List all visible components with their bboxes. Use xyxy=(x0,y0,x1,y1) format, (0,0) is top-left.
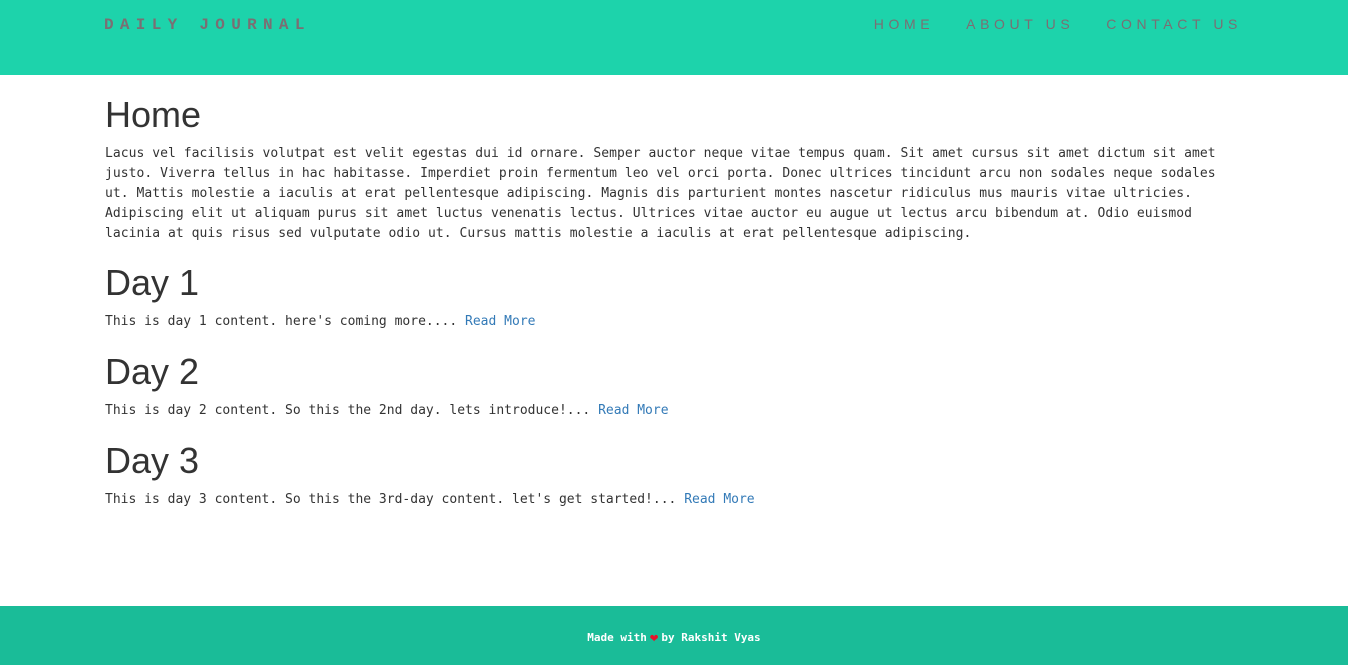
post-day-1: Day 1 This is day 1 content. here's comi… xyxy=(105,263,535,332)
post-title: Day 3 xyxy=(105,440,200,481)
post-excerpt: This is day 2 content. So this the 2nd d… xyxy=(105,401,669,421)
post-excerpt-text: This is day 3 content. So this the 3rd-d… xyxy=(105,492,677,507)
intro-paragraph: Lacus vel facilisis volutpat est velit e… xyxy=(105,146,1216,241)
post-title: Day 1 xyxy=(105,262,200,303)
footer-suffix: by Rakshit Vyas xyxy=(661,631,761,644)
post-day-3: Day 3 This is day 3 content. So this the… xyxy=(105,441,755,510)
footer-credit: Made with ❤ by Rakshit Vyas xyxy=(587,630,761,646)
footer-prefix: Made with xyxy=(587,631,647,644)
nav-links: HOME ABOUT US CONTACT US xyxy=(874,16,1242,32)
nav-contact-link[interactable]: CONTACT US xyxy=(1106,16,1242,32)
footer: Made with ❤ by Rakshit Vyas xyxy=(0,606,1348,665)
read-more-link[interactable]: Read More xyxy=(684,492,754,507)
navbar: DAILY JOURNAL HOME ABOUT US CONTACT US xyxy=(0,0,1348,75)
heart-icon: ❤ xyxy=(649,630,659,646)
post-excerpt: This is day 3 content. So this the 3rd-d… xyxy=(105,490,755,510)
post-excerpt-text: This is day 1 content. here's coming mor… xyxy=(105,314,458,329)
post-title: Day 2 xyxy=(105,351,200,392)
nav-home-link[interactable]: HOME xyxy=(874,16,934,32)
post-excerpt-text: This is day 2 content. So this the 2nd d… xyxy=(105,403,591,418)
read-more-link[interactable]: Read More xyxy=(465,314,535,329)
nav-about-link[interactable]: ABOUT US xyxy=(966,16,1074,32)
page-title: Home xyxy=(105,94,202,135)
brand-logo[interactable]: DAILY JOURNAL xyxy=(104,16,311,34)
main-content: Home Lacus vel facilisis volutpat est ve… xyxy=(105,75,1247,508)
post-excerpt: This is day 1 content. here's coming mor… xyxy=(105,312,535,332)
post-day-2: Day 2 This is day 2 content. So this the… xyxy=(105,352,669,421)
read-more-link[interactable]: Read More xyxy=(598,403,668,418)
